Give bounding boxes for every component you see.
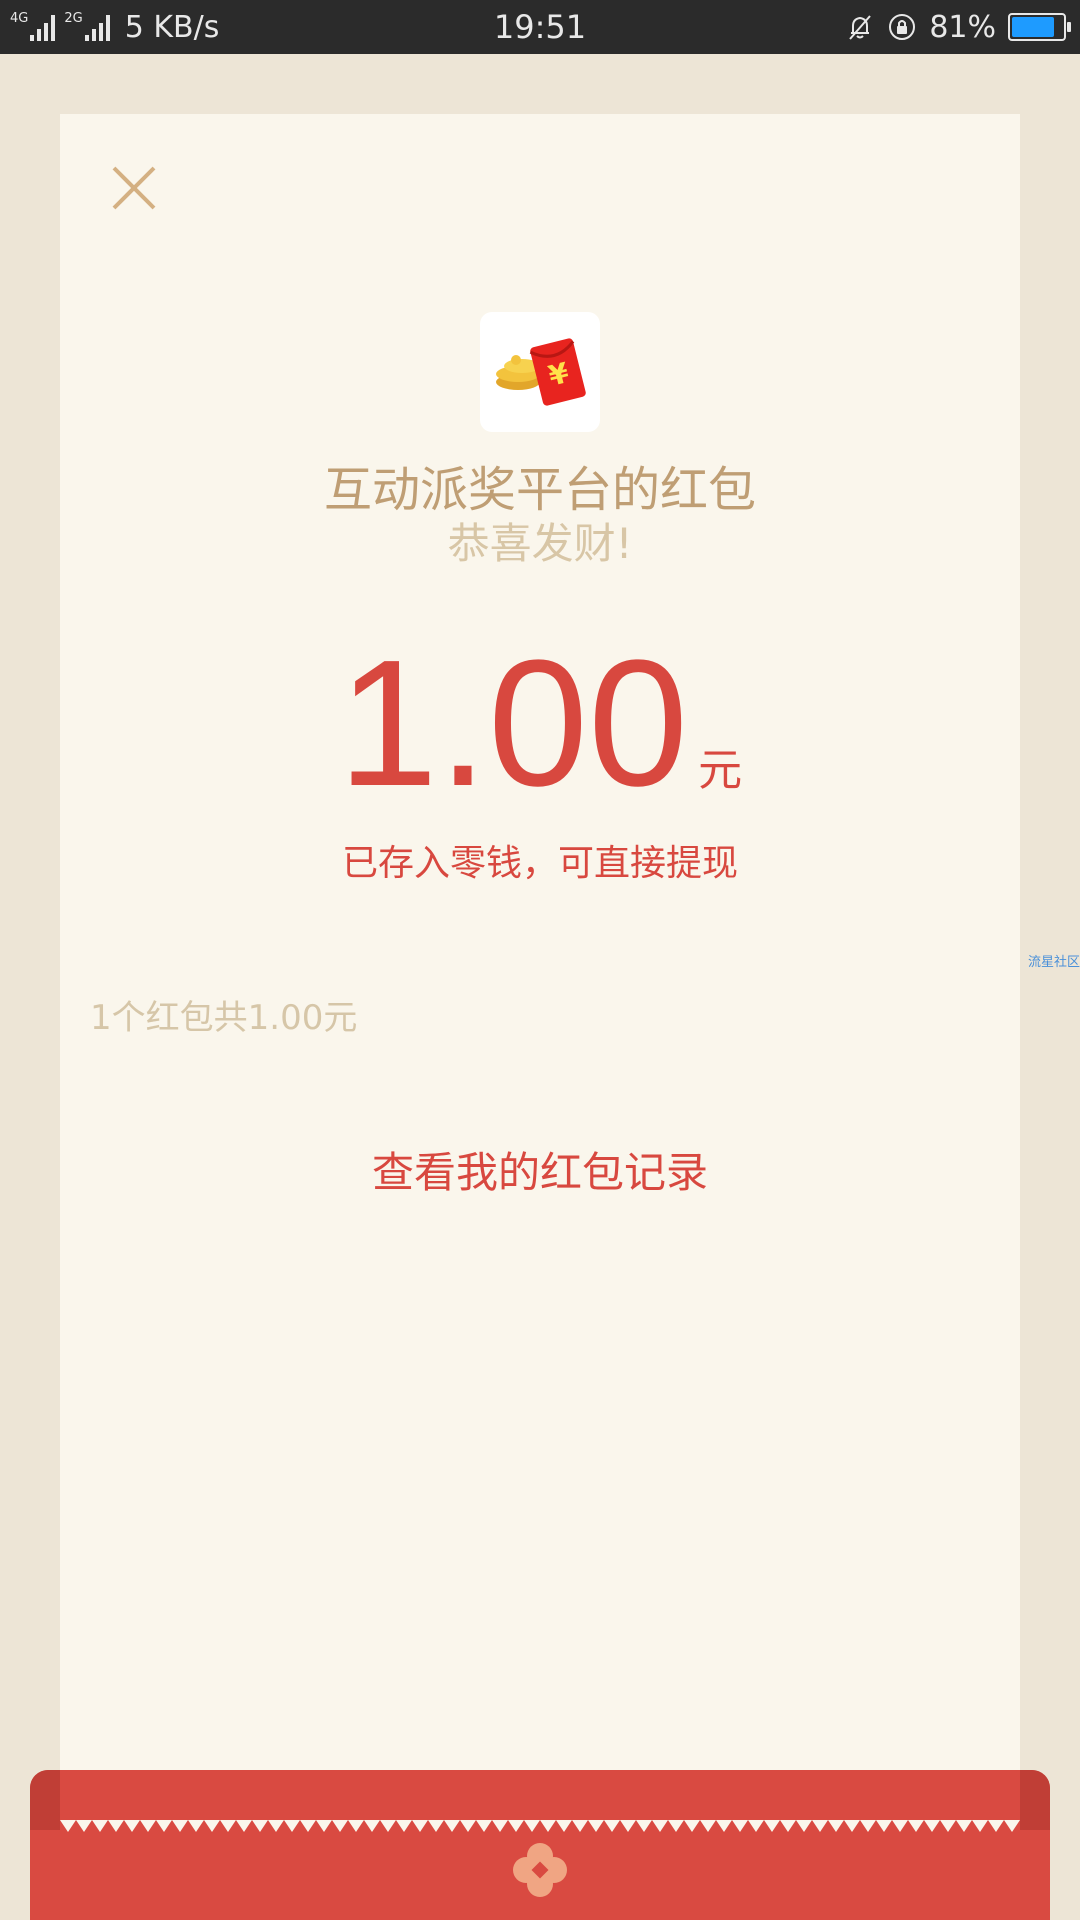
battery-percent: 81% xyxy=(929,9,996,45)
greeting-text: 恭喜发财! xyxy=(447,519,633,568)
amount-unit: 元 xyxy=(698,745,743,796)
mute-bell-icon xyxy=(849,15,872,40)
deposit-note: 已存入零钱，可直接提现 xyxy=(341,843,738,884)
sender-avatar: ¥ xyxy=(480,312,600,432)
red-packet-detail-card: ¥ 互动派奖平台的红包 恭喜发财! 1.00 元 已存入零钱，可直接提现 1个红包… xyxy=(60,114,1020,1834)
zigzag-edge xyxy=(60,1820,1020,1832)
red-envelope-coins-icon: ¥ xyxy=(496,338,586,406)
flower-icon[interactable] xyxy=(510,1840,570,1900)
close-icon[interactable] xyxy=(100,154,168,222)
amount-display: 1.00 元 xyxy=(60,634,1020,814)
rotation-lock-icon xyxy=(889,14,916,40)
amount-value: 1.00 xyxy=(337,623,689,824)
packet-summary: 1个红包共1.00元 xyxy=(90,998,358,1038)
view-records-link[interactable]: 查看我的红包记录 xyxy=(60,1139,1020,1200)
band-shadow-left xyxy=(30,1770,60,1830)
watermark: 流星社区 xyxy=(1027,955,1080,970)
status-right: 81% xyxy=(833,0,1071,54)
status-bar: 4G 2G 5 KB/s 19:51 81% xyxy=(0,0,1080,54)
battery-icon xyxy=(1008,13,1071,41)
band-shadow-right xyxy=(1020,1770,1050,1830)
battery-level xyxy=(1012,17,1054,37)
